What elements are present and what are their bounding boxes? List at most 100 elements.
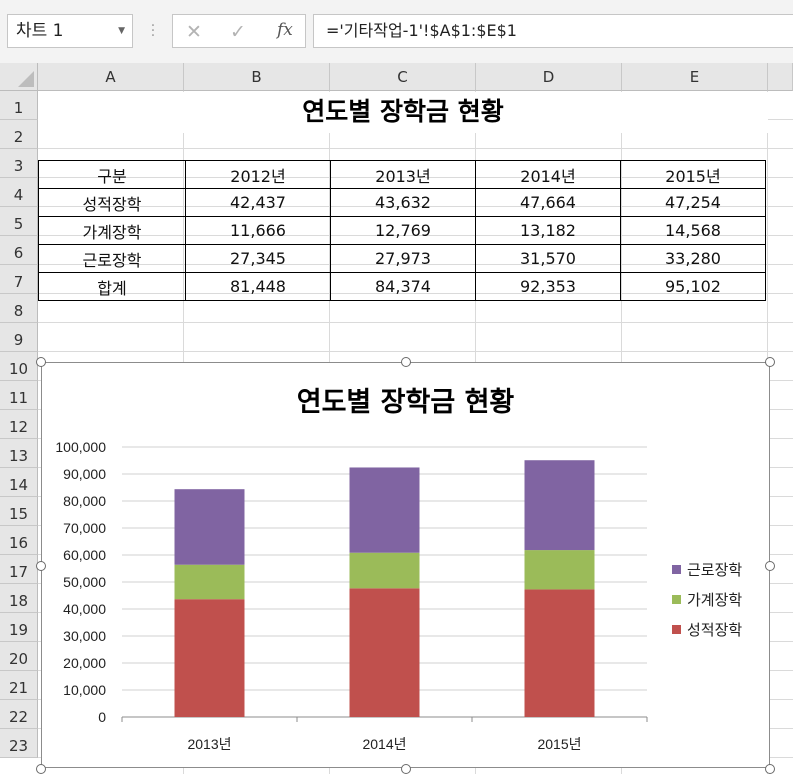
column-header-b[interactable]: B xyxy=(184,63,330,91)
resize-handle[interactable] xyxy=(36,764,46,774)
row-header-8[interactable]: 8 xyxy=(0,294,38,323)
legend-swatch xyxy=(672,565,681,574)
row-header-14[interactable]: 14 xyxy=(0,468,38,497)
value-cell[interactable]: 47,254 xyxy=(620,188,766,217)
row-header-13[interactable]: 13 xyxy=(0,439,38,468)
row-header-19[interactable]: 19 xyxy=(0,613,38,642)
resize-handle[interactable] xyxy=(401,357,411,367)
row-header-23[interactable]: 23 xyxy=(0,729,38,758)
legend-label: 근로장학 xyxy=(687,561,743,579)
row-label-cell[interactable]: 성적장학 xyxy=(38,188,186,217)
row-label-cell[interactable]: 가계장학 xyxy=(38,216,186,245)
formula-bar-area: 차트 1 ▼ · · · ✕ ✓ fx ='기타작업-1'!$A$1:$E$1 xyxy=(0,0,793,63)
row-header-21[interactable]: 21 xyxy=(0,671,38,700)
value-cell[interactable]: 43,632 xyxy=(330,188,476,217)
chart-object[interactable]: 연도별 장학금 현황 0 10,000 20,000 30,000 40,000 50,0… xyxy=(41,362,770,768)
row-header-3[interactable]: 3 xyxy=(0,149,38,178)
column-header-next[interactable] xyxy=(768,63,793,91)
row-header-18[interactable]: 18 xyxy=(0,584,38,613)
cancel-icon[interactable]: ✕ xyxy=(186,21,202,43)
resize-handle[interactable] xyxy=(36,561,46,571)
row-header-1[interactable]: 1 xyxy=(0,91,38,120)
table-row: 합계 81,448 84,374 92,353 95,102 xyxy=(38,272,766,301)
value-cell[interactable]: 2013년 xyxy=(330,160,476,189)
bar-segment[interactable] xyxy=(524,589,595,717)
enter-icon[interactable]: ✓ xyxy=(230,21,246,43)
value-cell[interactable]: 12,769 xyxy=(330,216,476,245)
value-cell[interactable]: 95,102 xyxy=(620,272,766,301)
row-label-cell[interactable]: 근로장학 xyxy=(38,244,186,273)
column-header-e[interactable]: E xyxy=(622,63,768,91)
value-cell[interactable]: 31,570 xyxy=(475,244,621,273)
row-header-17[interactable]: 17 xyxy=(0,555,38,584)
legend-item[interactable]: 성적장학 xyxy=(672,615,742,645)
legend-item[interactable]: 가계장학 xyxy=(672,585,742,615)
y-tick-label: 70,000 xyxy=(63,520,106,536)
row-header-10[interactable]: 10 xyxy=(0,352,38,381)
value-cell[interactable]: 13,182 xyxy=(475,216,621,245)
drag-handle-icon[interactable]: · · · xyxy=(150,19,156,43)
value-cell[interactable]: 81,448 xyxy=(185,272,331,301)
formula-buttons: ✕ ✓ fx xyxy=(172,14,306,48)
y-tick-label: 0 xyxy=(98,709,106,725)
value-cell[interactable]: 2012년 xyxy=(185,160,331,189)
value-cell[interactable]: 2014년 xyxy=(475,160,621,189)
row-header-16[interactable]: 16 xyxy=(0,526,38,555)
bar-segment[interactable] xyxy=(174,489,245,565)
bar-segment[interactable] xyxy=(524,460,595,551)
chart-plot: 0 10,000 20,000 30,000 40,000 50,000 60,000 70,… xyxy=(55,439,648,752)
table-row: 성적장학 42,437 43,632 47,664 47,254 xyxy=(38,188,766,217)
resize-handle[interactable] xyxy=(36,357,46,367)
row-header-22[interactable]: 22 xyxy=(0,700,38,729)
legend-item[interactable]: 근로장학 xyxy=(672,555,742,585)
name-box[interactable]: 차트 1 ▼ xyxy=(7,14,133,48)
row-header-4[interactable]: 4 xyxy=(0,178,38,207)
bar-segment[interactable] xyxy=(349,552,420,589)
insert-function-button[interactable]: fx xyxy=(277,20,293,40)
value-cell[interactable]: 84,374 xyxy=(330,272,476,301)
chart-legend[interactable]: 근로장학가계장학성적장학 xyxy=(672,555,742,645)
row-header-20[interactable]: 20 xyxy=(0,642,38,671)
row-header-15[interactable]: 15 xyxy=(0,497,38,526)
value-cell[interactable]: 11,666 xyxy=(185,216,331,245)
value-cell[interactable]: 92,353 xyxy=(475,272,621,301)
y-tick-label: 20,000 xyxy=(63,655,106,671)
column-header-c[interactable]: C xyxy=(330,63,476,91)
value-cell[interactable]: 33,280 xyxy=(620,244,766,273)
row-header-9[interactable]: 9 xyxy=(0,323,38,352)
bar-segment[interactable] xyxy=(174,599,245,717)
chevron-down-icon[interactable]: ▼ xyxy=(118,15,125,47)
row-header-2[interactable]: 2 xyxy=(0,120,38,149)
legend-label: 성적장학 xyxy=(687,621,743,639)
resize-handle[interactable] xyxy=(765,764,775,774)
row-header-6[interactable]: 6 xyxy=(0,236,38,265)
bar-segment[interactable] xyxy=(524,550,595,590)
y-tick-label: 80,000 xyxy=(63,493,106,509)
row-label-cell[interactable]: 구분 xyxy=(38,160,186,189)
value-cell[interactable]: 14,568 xyxy=(620,216,766,245)
sheet-title-cell[interactable]: 연도별 장학금 현황 xyxy=(38,92,768,133)
row-header-11[interactable]: 11 xyxy=(0,381,38,410)
row-header-12[interactable]: 12 xyxy=(0,410,38,439)
x-tick-label: 2013년 xyxy=(187,736,231,752)
row-header-7[interactable]: 7 xyxy=(0,265,38,294)
value-cell[interactable]: 27,345 xyxy=(185,244,331,273)
bar-segment[interactable] xyxy=(349,588,420,717)
bar-segment[interactable] xyxy=(349,467,420,553)
value-cell[interactable]: 2015년 xyxy=(620,160,766,189)
resize-handle[interactable] xyxy=(401,764,411,774)
formula-input[interactable]: ='기타작업-1'!$A$1:$E$1 xyxy=(313,14,793,48)
resize-handle[interactable] xyxy=(765,357,775,367)
value-cell[interactable]: 27,973 xyxy=(330,244,476,273)
table-row: 가계장학 11,666 12,769 13,182 14,568 xyxy=(38,216,766,245)
row-label-cell[interactable]: 합계 xyxy=(38,272,186,301)
bar-segment[interactable] xyxy=(174,564,245,600)
resize-handle[interactable] xyxy=(765,561,775,571)
legend-swatch xyxy=(672,625,681,634)
value-cell[interactable]: 42,437 xyxy=(185,188,331,217)
column-header-d[interactable]: D xyxy=(476,63,622,91)
row-header-5[interactable]: 5 xyxy=(0,207,38,236)
value-cell[interactable]: 47,664 xyxy=(475,188,621,217)
select-all-button[interactable] xyxy=(0,63,38,91)
column-header-a[interactable]: A xyxy=(38,63,184,91)
